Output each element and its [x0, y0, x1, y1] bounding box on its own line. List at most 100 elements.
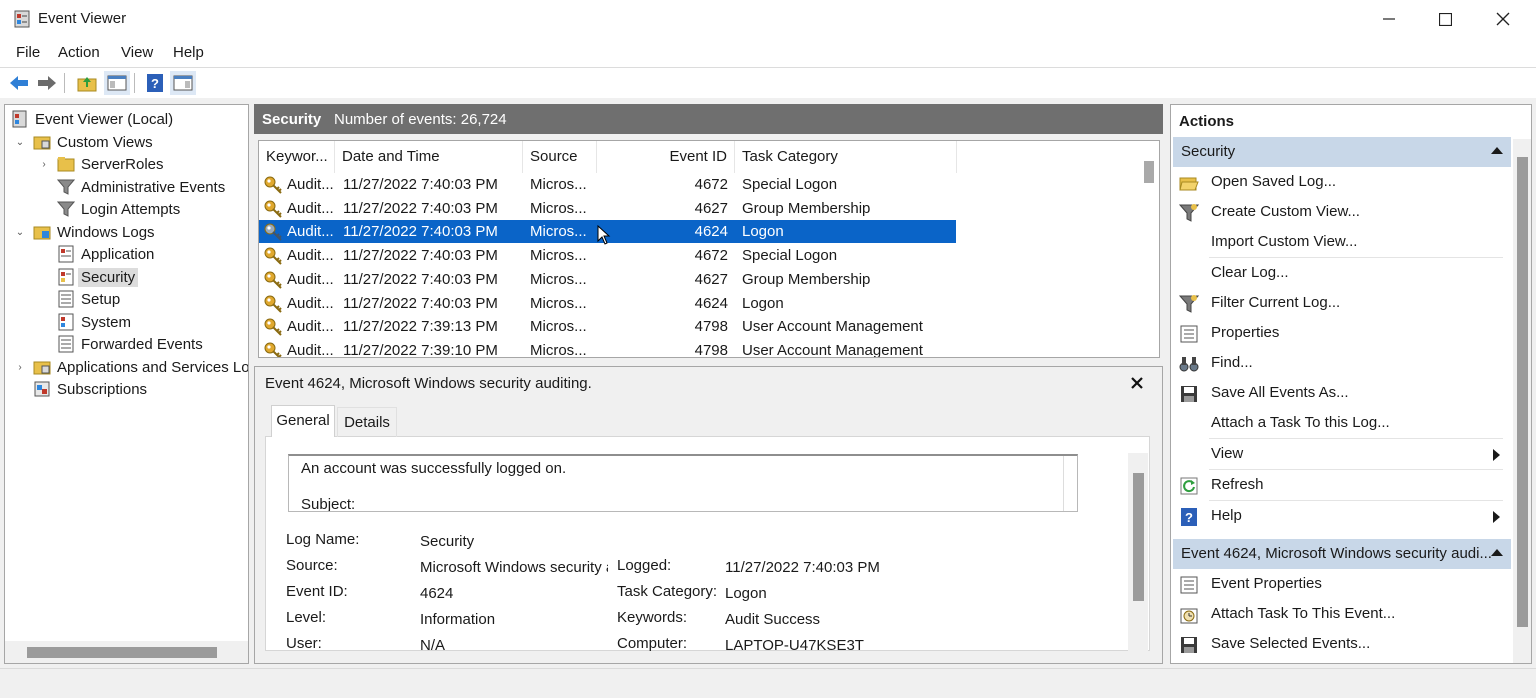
action-filter-current-log[interactable]: Filter Current Log...: [1173, 288, 1507, 318]
chevron-down-icon[interactable]: ⌄: [13, 137, 27, 148]
column-header-source[interactable]: Source: [523, 141, 597, 173]
tree-item-security[interactable]: Security: [57, 266, 139, 288]
column-header-task-category[interactable]: Task Category: [735, 141, 957, 173]
description-scrollbar[interactable]: [1063, 456, 1077, 511]
tree-item-windows-logs[interactable]: ⌄ Windows Logs: [13, 221, 155, 243]
action-clear-log[interactable]: Clear Log...: [1173, 258, 1507, 288]
chevron-down-icon[interactable]: ⌄: [13, 227, 27, 238]
action-help[interactable]: ? Help: [1173, 501, 1507, 531]
tree-item-administrative-events[interactable]: Administrative Events: [57, 176, 225, 198]
help-button[interactable]: ?: [142, 71, 168, 95]
show-hide-action-pane-button[interactable]: [170, 71, 196, 95]
close-button[interactable]: [1474, 0, 1532, 38]
value-log-name: Security: [420, 533, 475, 550]
tree-item-setup[interactable]: Setup: [57, 288, 120, 310]
chevron-right-icon[interactable]: ›: [13, 362, 27, 373]
tree-label: Forwarded Events: [81, 335, 203, 353]
vertical-scrollbar[interactable]: [1139, 141, 1159, 357]
tree-item-application[interactable]: Application: [57, 243, 154, 265]
scrollbar-thumb[interactable]: [1133, 473, 1144, 601]
chevron-right-icon[interactable]: ›: [37, 159, 51, 170]
menu-file[interactable]: File: [16, 44, 40, 61]
scrollbar-thumb[interactable]: [1517, 157, 1528, 627]
minimize-button[interactable]: [1360, 0, 1418, 38]
tree-label: Event Viewer (Local): [35, 110, 174, 128]
cell-task-category: User Account Management: [742, 318, 923, 336]
show-hide-tree-button[interactable]: [104, 71, 130, 95]
scrollbar-thumb[interactable]: [1144, 161, 1154, 183]
column-header-keywords[interactable]: Keywor...: [259, 141, 335, 173]
action-save-selected-events[interactable]: Save Selected Events...: [1173, 629, 1507, 659]
cell-source: Micros...: [530, 270, 587, 288]
table-row[interactable]: Audit... 11/27/2022 7:39:13 PM Micros... 47…: [259, 315, 956, 338]
cell-datetime: 11/27/2022 7:40:03 PM: [343, 270, 498, 288]
cell-datetime: 11/27/2022 7:40:03 PM: [343, 176, 498, 193]
actions-pane: Actions Security Open Saved Log... Create…: [1170, 104, 1532, 664]
forward-button[interactable]: [34, 71, 60, 95]
menu-view[interactable]: View: [121, 44, 153, 61]
action-view[interactable]: View: [1173, 439, 1507, 469]
value-source: Microsoft Windows security a: [420, 559, 608, 576]
horizontal-scrollbar[interactable]: [5, 641, 248, 663]
action-import-custom-view[interactable]: Import Custom View...: [1173, 227, 1507, 257]
cell-datetime: 11/27/2022 7:40:03 PM: [343, 223, 498, 241]
tab-general[interactable]: General: [271, 405, 335, 437]
table-row[interactable]: Audit... 11/27/2022 7:39:10 PM Micros... 47…: [259, 339, 956, 357]
menu-action[interactable]: Action: [58, 44, 100, 61]
cell-source: Micros...: [530, 294, 587, 312]
tree-label: Windows Logs: [57, 223, 155, 241]
tree-item-login-attempts[interactable]: Login Attempts: [57, 198, 180, 220]
tree-item-subscriptions[interactable]: Subscriptions: [33, 378, 147, 400]
maximize-button[interactable]: [1416, 0, 1474, 38]
tree-item-custom-views[interactable]: ⌄ Custom Views: [13, 131, 153, 153]
actions-section-security[interactable]: Security: [1173, 137, 1511, 167]
tree-label: Subscriptions: [57, 380, 148, 398]
action-save-all-events-as[interactable]: Save All Events As...: [1173, 378, 1507, 408]
tree-item-applications-and-services[interactable]: › Applications and Services Log: [13, 356, 248, 378]
up-folder-button[interactable]: [74, 71, 100, 95]
action-open-saved-log[interactable]: Open Saved Log...: [1173, 167, 1507, 197]
table-row[interactable]: Audit... 11/27/2022 7:40:03 PM Micros... 46…: [259, 173, 956, 196]
tree-item-server-roles[interactable]: › ServerRoles: [37, 153, 163, 175]
action-create-custom-view[interactable]: Create Custom View...: [1173, 197, 1507, 227]
menu-help[interactable]: Help: [173, 44, 204, 61]
filter-icon: [1179, 295, 1199, 313]
back-button[interactable]: [6, 71, 32, 95]
tree-item-system[interactable]: System: [57, 311, 131, 333]
action-attach-task-to-this-event[interactable]: Attach Task To This Event...: [1173, 599, 1507, 629]
close-detail-button[interactable]: [1131, 371, 1143, 395]
action-event-properties[interactable]: Event Properties: [1173, 569, 1507, 599]
action-refresh[interactable]: Refresh: [1173, 470, 1507, 500]
tree-item-forwarded-events[interactable]: Forwarded Events: [57, 333, 203, 355]
menu-bar: File Action View Help: [0, 38, 1536, 68]
actions-section-event[interactable]: Event 4624, Microsoft Windows security a…: [1173, 539, 1511, 569]
scrollbar-thumb[interactable]: [27, 647, 217, 658]
cell-source: Micros...: [530, 199, 587, 217]
column-header-event-id[interactable]: Event ID: [597, 141, 735, 173]
label-computer: Computer:: [617, 635, 688, 652]
cell-keywords: Audit...: [287, 199, 334, 217]
show-hide-action-pane-icon: [173, 75, 193, 91]
log-name: Security: [262, 111, 322, 128]
tree-label: Security: [78, 267, 139, 287]
action-attach-a-task-to-this-log[interactable]: Attach a Task To this Log...: [1173, 408, 1507, 438]
key-icon: [264, 247, 282, 265]
action-find[interactable]: Find...: [1173, 348, 1507, 378]
table-row[interactable]: Audit... 11/27/2022 7:40:03 PM Micros... 46…: [259, 268, 956, 291]
collapse-arrow-icon[interactable]: [1491, 549, 1503, 556]
tab-details[interactable]: Details: [337, 407, 397, 437]
event-description[interactable]: An account was successfully logged on. S…: [288, 454, 1078, 512]
table-row[interactable]: Audit... 11/27/2022 7:40:03 PM Micros... 46…: [259, 244, 956, 267]
column-header-date-time[interactable]: Date and Time: [335, 141, 523, 173]
vertical-scrollbar[interactable]: [1513, 139, 1531, 663]
table-row[interactable]: Audit... 11/27/2022 7:40:03 PM Micros... 46…: [259, 292, 956, 315]
action-label: Attach Task To This Event...: [1211, 605, 1396, 622]
collapse-arrow-icon[interactable]: [1491, 147, 1503, 154]
table-row[interactable]: Audit... 11/27/2022 7:40:03 PM Micros... 46…: [259, 197, 956, 220]
vertical-scrollbar[interactable]: [1128, 453, 1148, 653]
label-task-category: Task Category:: [617, 583, 718, 600]
tree-item-event-viewer-local[interactable]: Event Viewer (Local): [11, 108, 173, 130]
tree-label: Custom Views: [57, 133, 153, 151]
log-icon: [58, 268, 74, 286]
action-properties[interactable]: Properties: [1173, 318, 1507, 348]
